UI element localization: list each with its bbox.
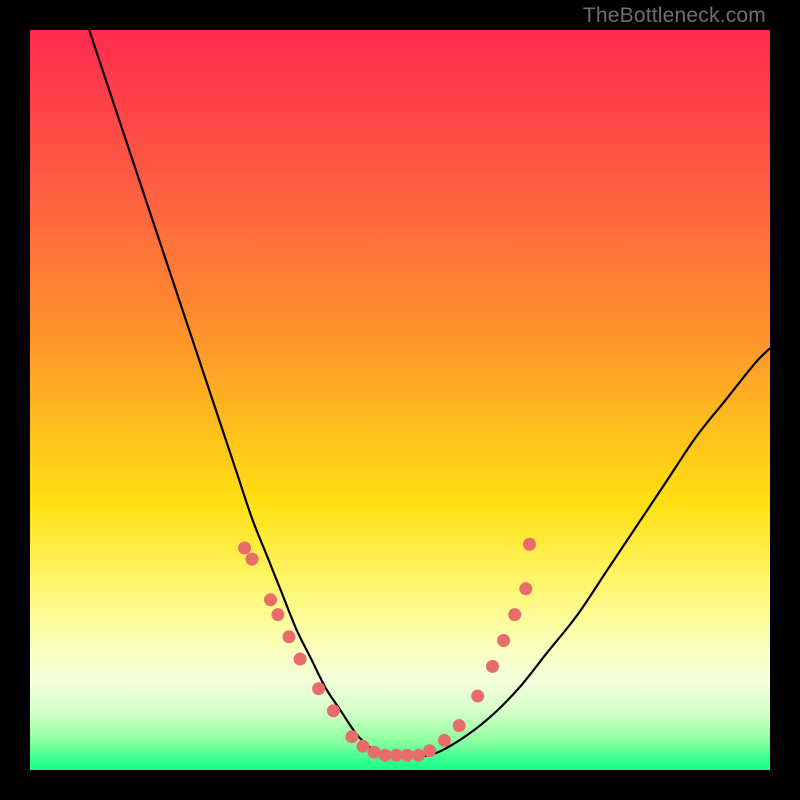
data-point xyxy=(453,719,466,732)
data-point xyxy=(357,740,370,753)
data-point xyxy=(312,682,325,695)
data-point xyxy=(423,744,436,757)
data-point xyxy=(486,660,499,673)
data-point xyxy=(246,553,259,566)
marker-group xyxy=(238,538,536,762)
chart-frame: TheBottleneck.com xyxy=(0,0,800,800)
watermark-text: TheBottleneck.com xyxy=(583,4,766,28)
data-point xyxy=(294,653,307,666)
data-point xyxy=(438,734,451,747)
data-point xyxy=(523,538,536,551)
data-point xyxy=(471,690,484,703)
data-point xyxy=(271,608,284,621)
data-point xyxy=(508,608,521,621)
chart-svg xyxy=(30,30,770,770)
data-point xyxy=(283,630,296,643)
data-point xyxy=(264,593,277,606)
data-point xyxy=(345,730,358,743)
data-point xyxy=(497,634,510,647)
data-point xyxy=(327,704,340,717)
bottleneck-curve xyxy=(89,30,770,756)
plot-area xyxy=(30,30,770,770)
data-point xyxy=(519,582,532,595)
data-point xyxy=(379,749,392,762)
data-point xyxy=(401,749,414,762)
data-point xyxy=(368,746,381,759)
data-point xyxy=(390,749,403,762)
data-point xyxy=(238,542,251,555)
data-point xyxy=(412,749,425,762)
